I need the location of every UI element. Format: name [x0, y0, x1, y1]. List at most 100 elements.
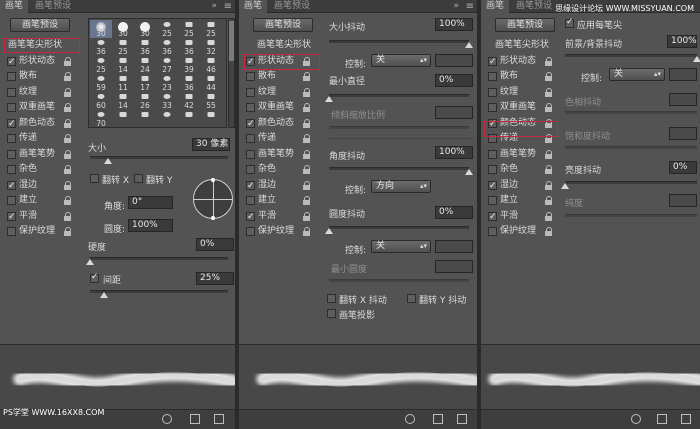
brush-preset-cell[interactable]: 36	[134, 38, 156, 56]
lock-icon[interactable]	[303, 211, 311, 221]
toggle-bristle-preview-icon[interactable]	[162, 414, 172, 424]
fg-bg-jitter-slider-knob[interactable]	[693, 56, 700, 62]
new-preset-icon[interactable]	[190, 414, 200, 424]
angle-jitter-field[interactable]: 100%	[435, 146, 473, 159]
lock-icon[interactable]	[545, 165, 553, 174]
sidebar-item-wet-edges[interactable]: 湿边	[239, 178, 315, 194]
toggle-bristle-preview-icon[interactable]	[631, 414, 641, 424]
min-diameter-slider[interactable]	[329, 94, 469, 97]
checkbox[interactable]	[7, 72, 16, 81]
brush-preset-cell[interactable]: 30	[134, 20, 156, 38]
size-control-select[interactable]: 关 ▴▾	[371, 54, 431, 67]
sidebar-item-shape-dynamics[interactable]: 形状动态	[481, 54, 557, 70]
lock-icon[interactable]	[64, 180, 72, 190]
brush-preset-cell[interactable]: 11	[112, 74, 134, 92]
lock-icon[interactable]	[64, 211, 72, 221]
sidebar-item-scattering[interactable]: 散布	[481, 69, 557, 85]
sidebar-item-wet-edges[interactable]: 湿边	[0, 178, 76, 194]
min-roundness-field[interactable]	[435, 260, 473, 273]
tab-brush-presets[interactable]: 画笔预设	[30, 0, 76, 13]
angle-jitter-slider-knob[interactable]	[465, 169, 473, 175]
checkbox[interactable]	[488, 55, 497, 70]
flip-y-checkbox[interactable]	[134, 174, 143, 183]
checkbox[interactable]	[246, 72, 255, 81]
sidebar-item-color-dynamics[interactable]: 颜色动态	[239, 116, 315, 132]
brush-preset-cell[interactable]: 36	[178, 38, 200, 56]
brush-preset-cell[interactable]: 44	[200, 74, 222, 92]
brush-preset-cell[interactable]: 70	[90, 110, 112, 127]
lock-icon[interactable]	[64, 103, 72, 112]
panel-menu-icon[interactable]: ≡	[466, 0, 474, 13]
sidebar-item-scattering[interactable]: 散布	[239, 69, 315, 85]
brush-preset-cell[interactable]: 25	[112, 38, 134, 56]
sidebar-item-texture[interactable]: 纹理	[239, 85, 315, 101]
spacing-checkbox[interactable]	[90, 272, 99, 283]
sidebar-item-texture[interactable]: 纹理	[481, 85, 557, 101]
apply-per-tip-checkbox[interactable]	[565, 17, 574, 28]
sidebar-item-dual-brush[interactable]: 双重画笔	[239, 100, 315, 116]
lock-icon[interactable]	[303, 72, 311, 81]
hardness-slider-knob[interactable]	[86, 259, 94, 265]
checkbox[interactable]	[7, 165, 16, 174]
brush-tip-grid[interactable]: 30 30 30 25 25 25 36 25 36 36 36 32 25 14 24 27 39 46 59 11…	[88, 18, 227, 128]
lock-icon[interactable]	[545, 149, 553, 159]
checkbox[interactable]	[488, 87, 497, 97]
tilt-scale-slider[interactable]	[329, 126, 469, 129]
sidebar-item-scattering[interactable]: 散布	[0, 69, 76, 85]
lock-icon[interactable]	[545, 180, 553, 190]
tab-brush[interactable]: 画笔	[239, 0, 268, 13]
brush-preset-cell[interactable]	[112, 110, 134, 127]
angle-field[interactable]: 0°	[128, 196, 173, 209]
sidebar-item-tip-shape[interactable]: 画笔笔尖形状	[239, 38, 315, 54]
roundness-jitter-field[interactable]: 0%	[435, 206, 473, 219]
sidebar-item-build-up[interactable]: 建立	[239, 193, 315, 209]
sidebar-item-noise[interactable]: 杂色	[481, 162, 557, 178]
lock-icon[interactable]	[545, 72, 553, 81]
checkbox[interactable]	[246, 87, 255, 97]
saturation-jitter-field[interactable]	[669, 127, 697, 140]
brush-preset-cell[interactable]: 27	[156, 56, 178, 74]
hue-jitter-field[interactable]	[669, 93, 697, 106]
lock-icon[interactable]	[303, 103, 311, 112]
checkbox[interactable]	[246, 117, 255, 132]
size-slider-knob[interactable]	[104, 158, 112, 164]
angle-roundness-widget[interactable]	[193, 178, 233, 220]
brush-preset-cell[interactable]: 25	[200, 20, 222, 38]
lock-icon[interactable]	[303, 87, 311, 97]
roundness-jitter-slider[interactable]	[329, 226, 469, 229]
spacing-slider[interactable]	[90, 290, 228, 293]
sidebar-item-protect-texture[interactable]: 保护纹理	[0, 224, 76, 240]
purity-field[interactable]	[669, 194, 697, 207]
brush-preset-cell[interactable]: 17	[134, 74, 156, 92]
lock-icon[interactable]	[303, 227, 311, 236]
brush-preset-cell[interactable]: 60	[90, 92, 112, 110]
angle-jitter-slider[interactable]	[329, 167, 469, 170]
sidebar-item-transfer[interactable]: 传递	[0, 131, 76, 147]
brush-projection-checkbox[interactable]	[327, 309, 336, 318]
new-preset-icon[interactable]	[657, 414, 667, 424]
checkbox[interactable]	[488, 72, 497, 81]
checkbox[interactable]	[7, 134, 16, 143]
min-diameter-field[interactable]: 0%	[435, 74, 473, 87]
brush-preset-cell[interactable]: 46	[200, 56, 222, 74]
lock-icon[interactable]	[64, 165, 72, 174]
lock-icon[interactable]	[303, 165, 311, 174]
sidebar-item-build-up[interactable]: 建立	[481, 193, 557, 209]
lock-icon[interactable]	[64, 56, 72, 66]
checkbox[interactable]	[488, 227, 497, 236]
lock-icon[interactable]	[64, 134, 72, 143]
tab-brush[interactable]: 画笔	[0, 0, 29, 13]
scrollbar-thumb[interactable]	[229, 21, 234, 61]
lock-icon[interactable]	[545, 103, 553, 112]
sidebar-item-color-dynamics[interactable]: 颜色动态	[0, 116, 76, 132]
flip-x-jitter-checkbox[interactable]	[327, 294, 336, 303]
lock-icon[interactable]	[64, 196, 72, 205]
brush-presets-button[interactable]: 画笔预设	[10, 18, 70, 32]
size-jitter-slider-knob[interactable]	[465, 42, 473, 48]
lock-icon[interactable]	[545, 56, 553, 66]
sidebar-item-smoothing[interactable]: 平滑	[0, 209, 76, 225]
checkbox[interactable]	[7, 117, 16, 132]
lock-icon[interactable]	[64, 87, 72, 97]
brush-preset-cell[interactable]: 14	[112, 56, 134, 74]
roundness-fade-field[interactable]	[435, 240, 473, 253]
